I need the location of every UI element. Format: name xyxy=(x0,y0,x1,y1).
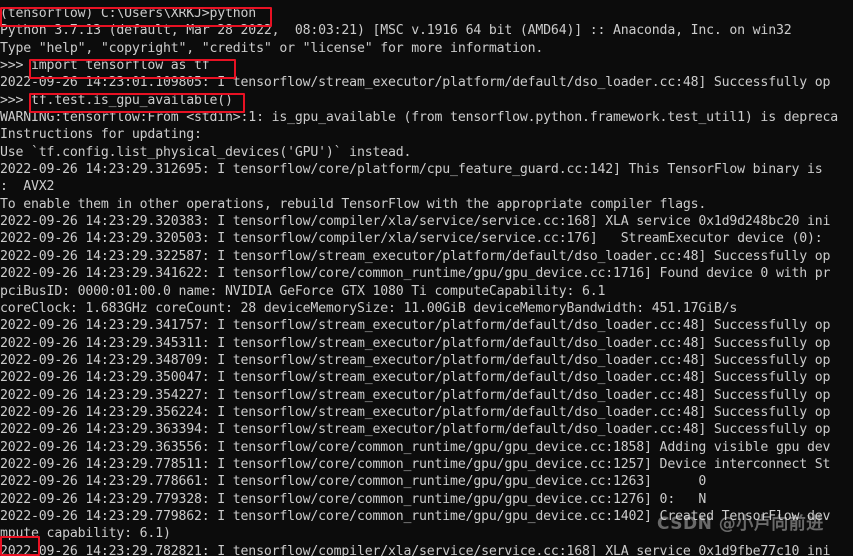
terminal-line: 2022-09-26 14:23:29.312695: I tensorflow… xyxy=(0,162,823,178)
terminal-line: (tensorflow) C:\Users\XRKJ>python xyxy=(0,6,257,21)
terminal-line: Python 3.7.13 (default, Mar 28 2022, 08:… xyxy=(0,23,792,39)
terminal-line: coreClock: 1.683GHz coreCount: 28 device… xyxy=(0,300,738,316)
terminal-line: 2022-09-26 14:23:29.341622: I tensorflow… xyxy=(0,266,831,282)
terminal-line: 2022-09-26 14:23:29.778511: I tensorflow… xyxy=(0,456,831,472)
terminal-line: 2022-09-26 14:23:29.363556: I tensorflow… xyxy=(0,439,831,455)
terminal-line: 2022-09-26 14:23:29.782821: I tensorflow… xyxy=(0,543,831,556)
terminal-line: 2022-09-26 14:23:29.778661: I tensorflow… xyxy=(0,474,707,490)
terminal-window[interactable]: (tensorflow) C:\Users\XRKJ>python Python … xyxy=(0,0,853,556)
terminal-line: 2022-09-26 14:23:29.341757: I tensorflow… xyxy=(0,318,831,334)
csdn-watermark: CSDN @小卢向前进 xyxy=(657,514,824,534)
terminal-line: 2022-09-26 14:23:29.345311: I tensorflow… xyxy=(0,335,831,351)
terminal-line: 2022-09-26 14:23:01.109805: I tensorflow… xyxy=(0,75,831,91)
terminal-line: 2022-09-26 14:23:29.320383: I tensorflow… xyxy=(0,214,831,230)
terminal-line: >>> tf.test.is_gpu_available() xyxy=(0,92,233,108)
terminal-line: >>> import tensorflow as tf xyxy=(0,58,210,74)
terminal-line: pciBusID: 0000:01:00.0 name: NVIDIA GeFo… xyxy=(0,283,606,299)
terminal-line: WARNING:tensorflow:From <stdin>:1: is_gp… xyxy=(0,110,839,126)
terminal-line: 2022-09-26 14:23:29.320503: I tensorflow… xyxy=(0,231,823,247)
terminal-line: Instructions for updating: xyxy=(0,127,202,143)
terminal-line: 2022-09-26 14:23:29.779328: I tensorflow… xyxy=(0,491,707,507)
terminal-line: To enable them in other operations, rebu… xyxy=(0,196,707,212)
terminal-line: Use `tf.config.list_physical_devices('GP… xyxy=(0,144,412,160)
terminal-line: 2022-09-26 14:23:29.356224: I tensorflow… xyxy=(0,404,831,420)
terminal-line: 2022-09-26 14:23:29.350047: I tensorflow… xyxy=(0,370,831,386)
terminal-line: 2022-09-26 14:23:29.363394: I tensorflow… xyxy=(0,422,831,438)
terminal-line: 2022-09-26 14:23:29.354227: I tensorflow… xyxy=(0,387,831,403)
terminal-line: 2022-09-26 14:23:29.322587: I tensorflow… xyxy=(0,248,831,264)
terminal-line: 2022-09-26 14:23:29.348709: I tensorflow… xyxy=(0,352,831,368)
terminal-line: : AVX2 xyxy=(0,179,55,195)
terminal-line: Type "help", "copyright", "credits" or "… xyxy=(0,40,544,56)
terminal-output: (tensorflow) C:\Users\XRKJ>python Python … xyxy=(0,5,853,556)
